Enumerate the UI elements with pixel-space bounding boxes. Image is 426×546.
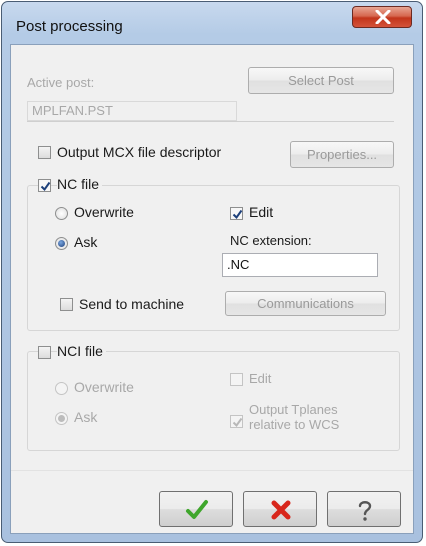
cancel-button[interactable] [243,491,317,527]
help-button[interactable] [327,491,401,527]
nc-overwrite-radio[interactable] [55,207,68,220]
nci-overwrite-label: Overwrite [74,379,134,395]
output-mcx-checkbox[interactable] [38,146,51,159]
dialog-body: Active post: Select Post MPLFAN.PST Outp… [10,44,414,534]
output-mcx-label: Output MCX file descriptor [57,144,222,160]
nci-file-label: NCI file [57,343,106,359]
ok-button[interactable] [159,491,233,527]
tplanes-checkbox[interactable] [230,415,243,428]
checkmark-icon [186,500,208,519]
title-bar[interactable]: Post processing [2,2,422,44]
send-to-machine-checkbox[interactable] [60,298,73,311]
communications-button[interactable]: Communications [225,291,386,316]
nci-file-checkbox[interactable] [38,346,51,359]
checkmark-icon [232,417,243,428]
post-path-field: MPLFAN.PST [27,101,237,121]
nc-extension-label: NC extension: [230,233,312,248]
tplanes-label-line2: relative to WCS [249,417,340,432]
properties-button[interactable]: Properties... [290,141,394,168]
nci-edit-label: Edit [249,371,272,386]
nc-edit-label: Edit [249,204,274,220]
footer-separator [11,470,413,471]
checkmark-icon [232,209,243,220]
nci-ask-label: Ask [74,409,98,425]
window-title: Post processing [16,18,123,35]
separator [27,121,394,122]
nci-overwrite-radio[interactable] [55,382,68,395]
close-icon [375,10,391,24]
send-to-machine-label: Send to machine [79,296,185,312]
red-x-icon [271,500,291,520]
nc-ask-radio[interactable] [55,237,68,250]
question-mark-icon [358,501,372,521]
checkmark-icon [40,181,51,192]
active-post-label: Active post: [27,75,95,90]
nc-ask-label: Ask [74,234,98,250]
nc-edit-checkbox[interactable] [230,207,243,220]
close-button[interactable] [352,6,412,28]
dialog-window: Post processing Active post: Select Post… [1,1,423,543]
select-post-button[interactable]: Select Post [248,67,394,94]
nc-file-checkbox[interactable] [38,179,51,192]
nci-file-group [27,351,400,451]
nc-file-label: NC file [57,176,103,192]
nc-overwrite-label: Overwrite [74,204,134,220]
tplanes-label-line1: Output Tplanes [249,402,338,417]
nci-ask-radio[interactable] [55,412,68,425]
nci-edit-checkbox[interactable] [230,373,243,386]
nc-extension-input[interactable]: .NC [222,253,378,277]
